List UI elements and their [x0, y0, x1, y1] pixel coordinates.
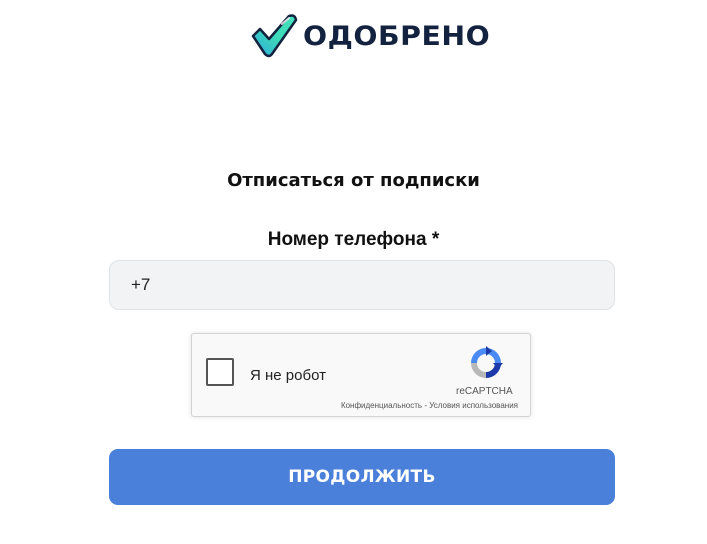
recaptcha-brand: reCAPTCHA	[456, 386, 513, 397]
continue-button[interactable]: ПРОДОЛЖИТЬ	[109, 449, 615, 505]
unsubscribe-page: ОДОБРЕНО Отписаться от подписки Номер те…	[0, 0, 707, 544]
recaptcha-logo-icon	[471, 346, 503, 378]
terms-link[interactable]: Условия использования	[429, 401, 518, 410]
page-title: Отписаться от подписки	[227, 170, 480, 191]
brand-logo[interactable]: ОДОБРЕНО	[249, 12, 490, 60]
phone-label: Номер телефона *	[267, 229, 440, 250]
recaptcha-links: Конфиденциальность - Условия использован…	[341, 401, 518, 410]
recaptcha-checkbox[interactable]	[206, 358, 234, 386]
phone-input[interactable]	[109, 260, 615, 310]
recaptcha-label: Я не робот	[250, 367, 326, 384]
privacy-link[interactable]: Конфиденциальность	[341, 401, 422, 410]
checkmark-icon	[251, 14, 298, 58]
recaptcha-widget: Я не робот reCAPTCHA Конфиденциальность …	[191, 333, 531, 417]
brand-name: ОДОБРЕНО	[303, 20, 491, 52]
